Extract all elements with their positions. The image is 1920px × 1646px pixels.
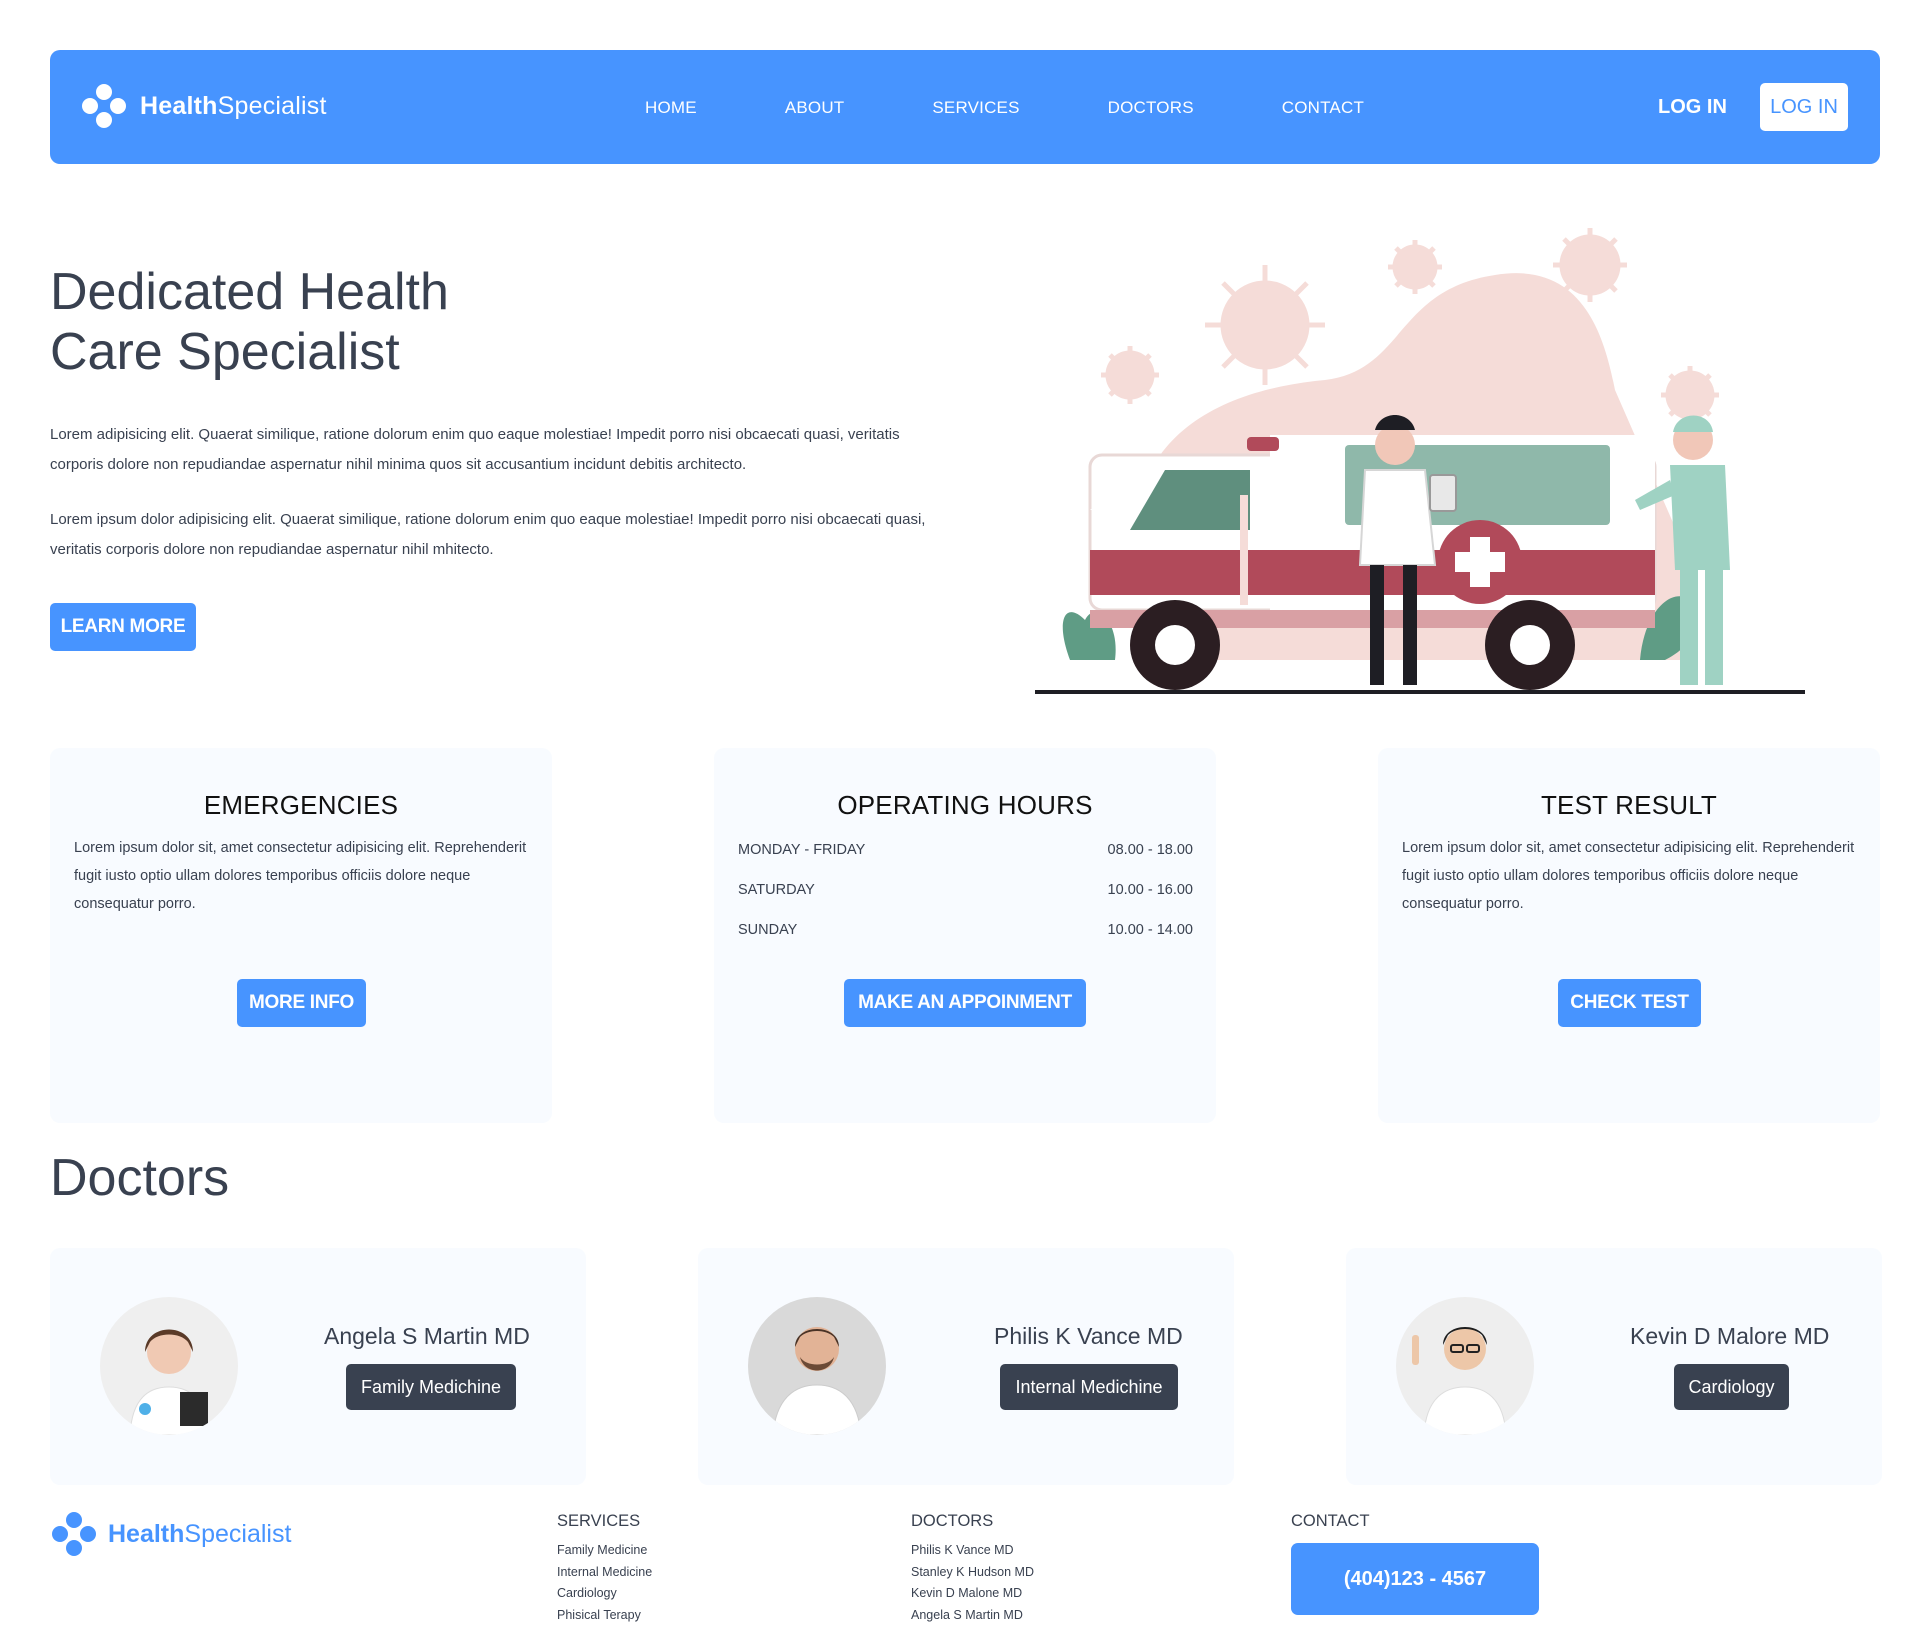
main-nav: HOME ABOUT SERVICES DOCTORS CONTACT — [645, 98, 1452, 118]
nav-doctors[interactable]: DOCTORS — [1108, 98, 1194, 118]
footer-column-title: DOCTORS — [911, 1512, 994, 1530]
nav-contact[interactable]: CONTACT — [1282, 98, 1364, 118]
doctor-specialty-badge: Cardiology — [1674, 1364, 1789, 1410]
doctor-avatar — [1396, 1297, 1534, 1435]
hours-day: SATURDAY — [738, 882, 815, 898]
test-result-card: TEST RESULT Lorem ipsum dolor sit, amet … — [1378, 748, 1880, 1123]
card-title: OPERATING HOURS — [837, 790, 1093, 820]
login-link[interactable]: LOG IN — [1658, 96, 1727, 119]
brand-logo[interactable]: HealthSpecialist — [80, 82, 327, 130]
hours-row: SUNDAY 10.00 - 14.00 — [738, 910, 1193, 950]
doctor-card[interactable]: Philis K Vance MD Internal Medichine — [698, 1248, 1234, 1485]
hero-title: Dedicated Health Care Specialist — [50, 262, 750, 382]
doctor-name: Angela S Martin MD — [324, 1323, 530, 1349]
hours-day: MONDAY - FRIDAY — [738, 842, 866, 858]
emergencies-card: EMERGENCIES Lorem ipsum dolor sit, amet … — [50, 748, 552, 1123]
doctor-avatar — [100, 1297, 238, 1435]
make-appointment-button[interactable]: MAKE AN APPOINMENT — [844, 979, 1086, 1027]
hours-row: MONDAY - FRIDAY 08.00 - 18.00 — [738, 830, 1193, 870]
hero-paragraph-1: Lorem adipisicing elit. Quaerat similiqu… — [50, 426, 900, 473]
doctor-specialty-badge: Family Medichine — [346, 1364, 516, 1410]
doctor-avatar — [748, 1297, 886, 1435]
logo-icon — [52, 1512, 96, 1556]
operating-hours-card: OPERATING HOURS MONDAY - FRIDAY 08.00 - … — [714, 748, 1216, 1123]
learn-more-button[interactable]: LEARN MORE — [50, 603, 196, 651]
card-title: TEST RESULT — [1540, 790, 1718, 820]
card-text: Lorem ipsum dolor sit, amet consectetur … — [1402, 840, 1855, 912]
phone-button[interactable]: (404)123 - 4567 — [1291, 1543, 1539, 1615]
nav-home[interactable]: HOME — [645, 98, 697, 118]
card-text: Lorem ipsum dolor sit, amet consectetur … — [74, 840, 527, 912]
card-title: EMERGENCIES — [203, 790, 399, 820]
footer-link[interactable]: Cardiology — [557, 1583, 652, 1605]
hours-time: 10.00 - 16.00 — [1107, 882, 1193, 898]
footer-services-column: SERVICES Family Medicine Internal Medici… — [557, 1512, 652, 1626]
footer-column-title: SERVICES — [557, 1512, 641, 1530]
logo-text: HealthSpecialist — [140, 91, 327, 120]
footer-contact-column: CONTACT — [1291, 1512, 1370, 1540]
hours-time: 08.00 - 18.00 — [1107, 842, 1193, 858]
hours-table: MONDAY - FRIDAY 08.00 - 18.00 SATURDAY 1… — [738, 830, 1193, 950]
more-info-button[interactable]: MORE INFO — [237, 979, 366, 1027]
doctor-specialty-badge: Internal Medichine — [1000, 1364, 1178, 1410]
footer-doctors-column: DOCTORS Philis K Vance MD Stanley K Huds… — [911, 1512, 1034, 1626]
check-test-button[interactable]: CHECK TEST — [1558, 979, 1701, 1027]
nav-about[interactable]: ABOUT — [785, 98, 845, 118]
hours-day: SUNDAY — [738, 922, 798, 938]
hero-title-line1: Dedicated Health — [50, 263, 449, 321]
hours-time: 10.00 - 14.00 — [1107, 922, 1193, 938]
doctor-name: Kevin D Malore MD — [1630, 1323, 1830, 1349]
hero-title-line2: Care Specialist — [50, 323, 400, 381]
hours-row: SATURDAY 10.00 - 16.00 — [738, 870, 1193, 910]
hero-paragraph-2: Lorem ipsum dolor adipisicing elit. Quae… — [50, 511, 926, 558]
footer-link[interactable]: Stanley K Hudson MD — [911, 1562, 1034, 1584]
footer-link[interactable]: Philis K Vance MD — [911, 1540, 1034, 1562]
doctor-card[interactable]: Angela S Martin MD Family Medichine — [50, 1248, 586, 1485]
footer-column-title: CONTACT — [1291, 1512, 1370, 1530]
logo-icon — [82, 84, 126, 128]
ambulance-illustration — [1035, 228, 1805, 694]
top-navbar: HealthSpecialist HOME ABOUT SERVICES DOC… — [50, 50, 1880, 164]
doctors-heading: Doctors — [50, 1149, 230, 1207]
footer-link[interactable]: Phisical Terapy — [557, 1605, 652, 1627]
nav-services[interactable]: SERVICES — [932, 98, 1019, 118]
footer-link[interactable]: Kevin D Malone MD — [911, 1583, 1034, 1605]
login-button[interactable]: LOG IN — [1760, 83, 1848, 131]
footer-link[interactable]: Internal Medicine — [557, 1562, 652, 1584]
footer-link[interactable]: Angela S Martin MD — [911, 1605, 1034, 1627]
doctor-name: Philis K Vance MD — [994, 1323, 1183, 1349]
footer-logo[interactable]: HealthSpecialist — [50, 1510, 291, 1558]
doctor-card[interactable]: Kevin D Malore MD Cardiology — [1346, 1248, 1882, 1485]
logo-text: HealthSpecialist — [108, 1519, 292, 1548]
footer-link[interactable]: Family Medicine — [557, 1540, 652, 1562]
